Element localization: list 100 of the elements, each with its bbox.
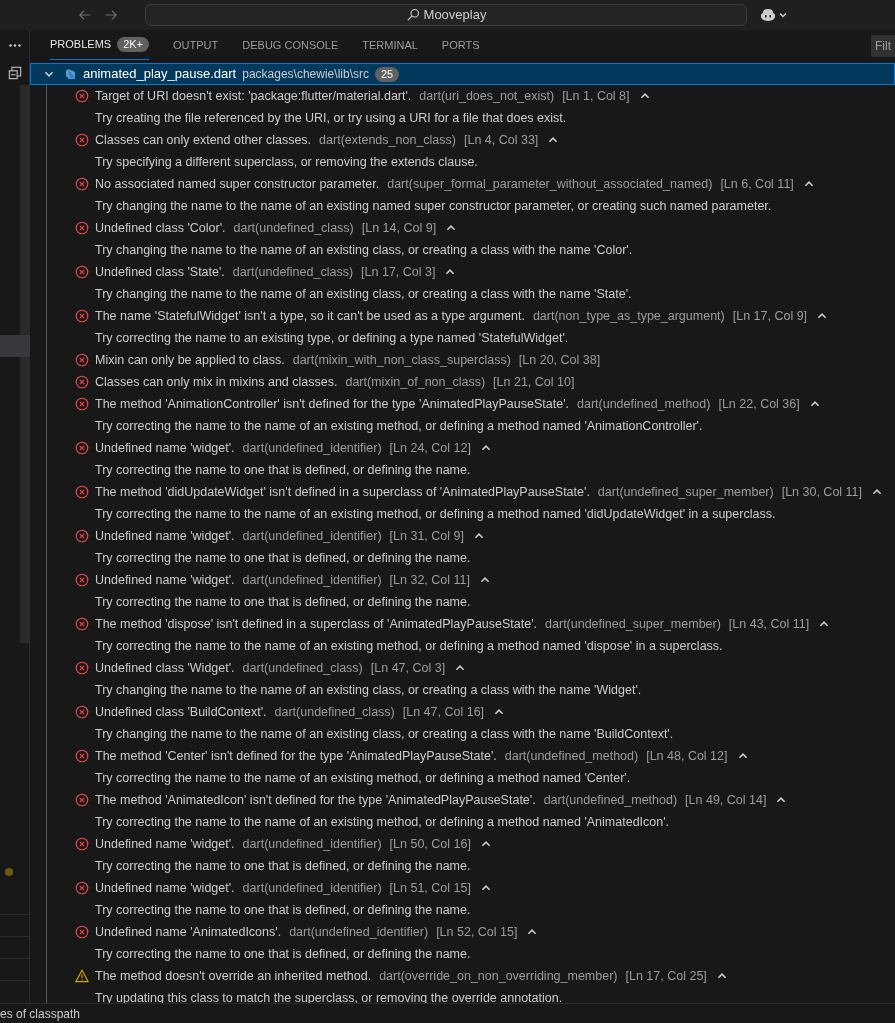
problem-source: dart(override_on_non_overriding_member): [379, 967, 618, 985]
problem-source: dart(undefined_method): [504, 747, 639, 765]
tab-label: PROBLEMS: [50, 37, 112, 53]
problem-location: [Ln 17, Col 3]: [361, 263, 436, 281]
problem-source: dart(undefined_super_member): [597, 483, 774, 501]
problem-hint: Try changing the name to the name of an existing class, or creating a class with the name 'Widget'.: [95, 681, 642, 699]
error-icon: [75, 749, 89, 763]
problem-hint: Try changing the name to the name of an existing class, or creating a class with the name 'Color'.: [95, 241, 633, 259]
problem-location: [Ln 20, Col 38]: [518, 351, 601, 369]
problem-source: dart(extends_non_class): [319, 131, 456, 149]
problem-hint: Try changing the name to the name of an existing class, or creating a class with the name 'BuildContext'.: [95, 725, 674, 743]
error-icon: [75, 353, 89, 367]
problem-message: The method 'dispose' isn't defined in a superclass of 'AnimatedPlayPauseState'.: [95, 615, 538, 633]
error-icon: [75, 133, 89, 147]
problem-message: Undefined class 'Color'.: [95, 219, 226, 237]
error-icon: [75, 661, 89, 675]
error-icon: [75, 485, 89, 499]
problem-source: dart(super_formal_parameter_without_associated_named): [387, 175, 713, 193]
problem-location: [Ln 31, Col 9]: [389, 527, 464, 545]
command-search-field[interactable]: Mooveplay: [145, 4, 747, 26]
error-icon: [75, 265, 89, 279]
problem-source: dart(non_type_as_type_argument): [532, 307, 725, 325]
problem-location: [Ln 47, Col 16]: [402, 703, 485, 721]
problem-source: dart(undefined_identifier): [242, 879, 382, 897]
dart-file-icon: [65, 68, 77, 80]
collapse-all-icon[interactable]: [7, 66, 22, 80]
problem-location: [Ln 22, Col 36]: [718, 395, 800, 413]
problem-source: dart(undefined_identifier): [289, 923, 429, 941]
error-icon: [75, 925, 89, 939]
problem-message: Classes can only mix in mixins and classes.: [95, 373, 338, 391]
problem-location: [Ln 30, Col 11]: [781, 483, 863, 501]
problem-message: Target of URI doesn't exist: 'package:flutter/material.dart'.: [95, 87, 412, 105]
problem-message: Undefined name 'widget'.: [95, 571, 235, 589]
problem-source: dart(undefined_identifier): [242, 527, 382, 545]
problem-source: dart(undefined_class): [232, 263, 354, 281]
file-row[interactable]: animated_play_pause.dart packages\chewie\lib\src 25: [30, 63, 895, 85]
error-icon: [75, 617, 89, 631]
problem-hint: Try correcting the name to the name of an existing method, or defining a method named 'didUpdateWidget' in a superclass.: [95, 505, 776, 523]
file-path: packages\chewie\lib\src: [242, 66, 369, 83]
problem-hint: Try correcting the name to one that is defined, or defining the name.: [95, 593, 471, 611]
problem-message: Undefined name 'widget'.: [95, 439, 235, 457]
problem-source: dart(mixin_with_non_class_superclass): [292, 351, 511, 369]
problem-message: The method 'didUpdateWidget' isn't defined in a superclass of 'AnimatedPlayPauseState'.: [95, 483, 590, 501]
filter-field[interactable]: Filt: [871, 35, 895, 57]
problem-location: [Ln 14, Col 9]: [361, 219, 437, 237]
error-icon: [75, 441, 89, 455]
warning-icon: [75, 969, 89, 983]
problem-location: [Ln 17, Col 9]: [732, 307, 808, 325]
problem-hint: Try correcting the name to one that is defined, or defining the name.: [95, 857, 471, 875]
problem-location: [Ln 6, Col 11]: [720, 175, 794, 193]
problem-location: [Ln 1, Col 8]: [562, 87, 630, 105]
problem-location: [Ln 48, Col 12]: [646, 747, 728, 765]
error-icon: [75, 309, 89, 323]
more-icon[interactable]: [8, 43, 21, 47]
problem-message: Undefined name 'widget'.: [95, 527, 235, 545]
panel-tab[interactable]: PORTS: [441, 30, 480, 60]
problem-location: [Ln 52, Col 15]: [436, 923, 518, 941]
problem-location: [Ln 43, Col 11]: [728, 615, 810, 633]
problem-location: [Ln 50, Col 16]: [389, 835, 471, 853]
error-icon: [75, 573, 89, 587]
problem-hint: Try correcting the name to the name of an existing method, or defining a method named 'Center'.: [95, 769, 631, 787]
problem-hint: Try creating the file referenced by the URI, or try using a URI for a file that does exist.: [95, 109, 567, 127]
error-icon: [75, 793, 89, 807]
copilot-menu-button[interactable]: [760, 7, 788, 23]
error-icon: [75, 397, 89, 411]
problem-message: Undefined name 'widget'.: [95, 835, 235, 853]
problem-location: [Ln 51, Col 15]: [389, 879, 471, 897]
problem-location: [Ln 47, Col 3]: [370, 659, 446, 677]
problem-location: [Ln 24, Col 12]: [389, 439, 471, 457]
problem-message: The method doesn't override an inherited method.: [95, 967, 372, 985]
problem-hint: Try correcting the name to one that is defined, or defining the name.: [95, 901, 471, 919]
problem-message: Undefined class 'State'.: [95, 263, 225, 281]
scrollbar-thumb[interactable]: [20, 85, 30, 643]
problem-hint: Try correcting the name to one that is defined, or defining the name.: [95, 549, 471, 567]
panel-tab[interactable]: PROBLEMS 2K+: [50, 30, 150, 60]
panel-tab[interactable]: DEBUG CONSOLE: [242, 30, 339, 60]
problem-source: dart(undefined_method): [577, 395, 711, 413]
problem-location: [Ln 4, Col 33]: [464, 131, 539, 149]
problem-hint: Try changing the name to the name of an existing class, or creating a class with the name 'State'.: [95, 285, 632, 303]
problem-hint: Try specifying a different superclass, or removing the extends clause.: [95, 153, 478, 171]
panel-tab[interactable]: OUTPUT: [173, 30, 219, 60]
count-badge: 2K+: [117, 37, 150, 52]
forward-icon[interactable]: [104, 8, 118, 22]
back-icon[interactable]: [78, 8, 92, 22]
problem-message: Classes can only extend other classes.: [95, 131, 312, 149]
chevron-down-icon: [778, 10, 788, 20]
problem-source: dart(uri_does_not_exist): [419, 87, 555, 105]
problem-message: The method 'Center' isn't defined for the type 'AnimatedPlayPauseState'.: [95, 747, 497, 765]
problem-message: Undefined class 'BuildContext'.: [95, 703, 267, 721]
problem-source: dart(undefined_class): [233, 219, 354, 237]
problem-message: Undefined name 'AnimatedIcons'.: [95, 923, 282, 941]
count-badge: 25: [374, 66, 400, 82]
problem-message: The method 'AnimationController' isn't defined for the type 'AnimatedPlayPauseState'.: [95, 395, 569, 413]
problem-hint: Try correcting the name to the name of an existing method, or defining a method named 'dispose' in a superclass.: [95, 637, 723, 655]
copilot-icon: [760, 7, 776, 23]
selected-row-highlight: [0, 335, 30, 357]
panel-tab[interactable]: TERMINAL: [362, 30, 418, 60]
search-icon: [405, 8, 420, 22]
problem-hint: Try correcting the name to one that is defined, or defining the name.: [95, 461, 471, 479]
error-icon: [75, 705, 89, 719]
